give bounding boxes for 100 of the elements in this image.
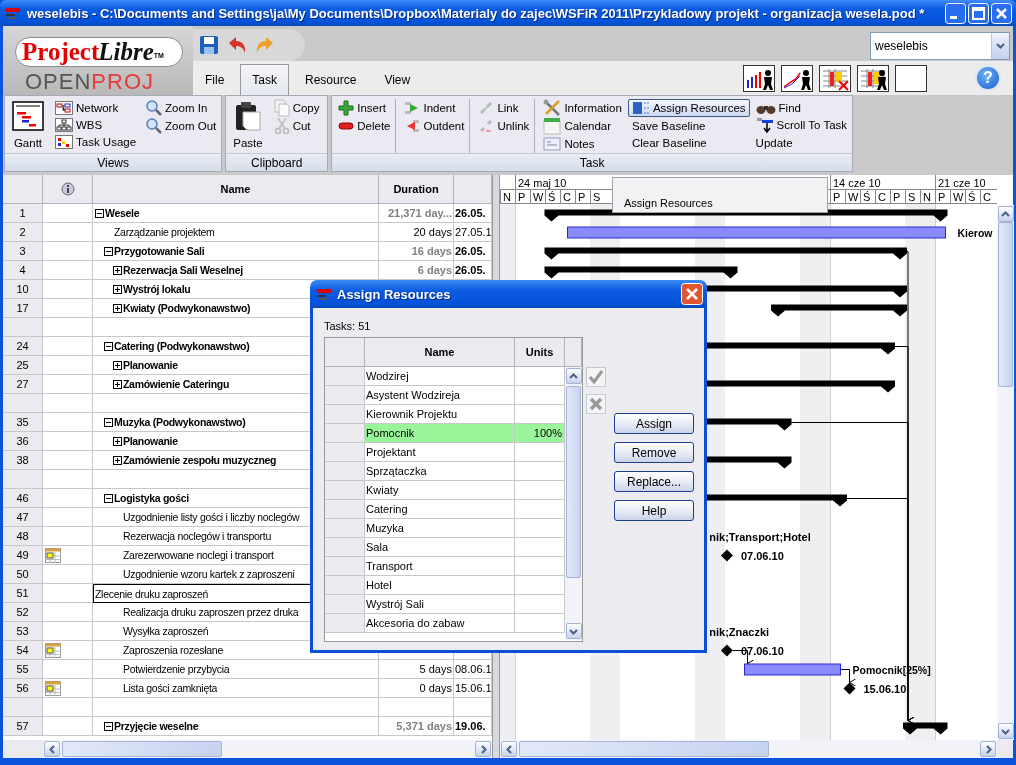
project-dropdown[interactable]: weselebis: [870, 31, 1010, 60]
minimize-button[interactable]: [945, 2, 966, 24]
scrollbar[interactable]: [997, 205, 1014, 740]
summary-bar[interactable]: [544, 247, 907, 260]
table-cell[interactable]: [515, 519, 565, 538]
scroll-right-button[interactable]: [980, 741, 996, 757]
table-cell[interactable]: [515, 386, 565, 405]
table-cell[interactable]: Akcesoria do zabaw: [365, 614, 515, 633]
table-cell[interactable]: [515, 595, 565, 614]
ribbon-button[interactable]: Scroll To Task: [751, 116, 852, 134]
scroll-thumb[interactable]: [566, 386, 581, 578]
ribbon-button[interactable]: Zoom Out: [142, 117, 221, 135]
ribbon-button[interactable]: Gantt: [7, 99, 49, 151]
summary-bar[interactable]: [544, 266, 738, 279]
maximize-button[interactable]: [968, 2, 989, 24]
summary-bar[interactable]: [771, 304, 907, 317]
blank-view-icon[interactable]: [895, 64, 927, 92]
minus-box-icon[interactable]: [104, 246, 113, 256]
ribbon-button[interactable]: Find: [751, 99, 852, 116]
menu-tab[interactable]: File: [193, 64, 237, 95]
ribbon-button[interactable]: Outdent: [400, 117, 469, 135]
close-button[interactable]: [991, 2, 1012, 24]
ribbon-button[interactable]: Cut: [269, 117, 324, 135]
ribbon-button[interactable]: Unlink: [474, 117, 534, 135]
summary-bar[interactable]: [903, 722, 948, 735]
plus-box-icon[interactable]: [113, 436, 122, 446]
undo-icon[interactable]: [227, 35, 247, 55]
milestone-diamond[interactable]: [843, 682, 856, 695]
dialog-button[interactable]: Remove: [614, 442, 694, 463]
ribbon-button[interactable]: Update: [751, 134, 852, 151]
scroll-up-button[interactable]: [997, 206, 1014, 222]
scroll-thumb[interactable]: [62, 741, 222, 757]
resource-label: nik;Transport;Hotel: [709, 530, 811, 543]
scroll-down-button[interactable]: [565, 623, 582, 639]
ribbon-button[interactable]: Link: [474, 99, 534, 117]
table-cell[interactable]: [515, 481, 565, 500]
menu-tab[interactable]: Resource: [293, 64, 369, 95]
plus-box-icon[interactable]: [113, 265, 122, 275]
scrollbar[interactable]: [565, 367, 582, 640]
ribbon-button[interactable]: Paste: [228, 99, 268, 151]
minus-box-icon[interactable]: [95, 208, 104, 218]
table-cell[interactable]: [515, 538, 565, 557]
table-cell[interactable]: [515, 614, 565, 633]
menu-tab[interactable]: View: [372, 64, 423, 95]
plus-box-icon[interactable]: [113, 284, 122, 294]
plus-box-icon[interactable]: [113, 455, 122, 465]
cross-icon[interactable]: [586, 394, 606, 414]
ribbon-button[interactable]: Network: [51, 99, 141, 117]
ribbon-button[interactable]: Task Usage: [51, 133, 141, 151]
ribbon-button[interactable]: WBS: [51, 116, 141, 134]
ribbon-button[interactable]: Delete: [334, 117, 395, 135]
dialog-button[interactable]: Replace...: [614, 471, 694, 492]
save-icon[interactable]: [199, 35, 219, 55]
scroll-thumb[interactable]: [519, 741, 769, 757]
scroll-left-button[interactable]: [44, 741, 60, 757]
scroll-left-button[interactable]: [501, 741, 517, 757]
line-chart-person-icon[interactable]: [781, 64, 813, 92]
ribbon-button[interactable]: Save Baseline: [627, 117, 750, 134]
plus-box-icon[interactable]: [113, 379, 122, 389]
table-cell[interactable]: [515, 500, 565, 519]
histogram-person-icon[interactable]: [743, 64, 775, 92]
plus-box-icon[interactable]: [113, 303, 122, 313]
scrollbar[interactable]: [43, 740, 492, 758]
dialog-button[interactable]: Assign: [614, 413, 694, 434]
minus-box-icon[interactable]: [104, 721, 113, 731]
ribbon-button[interactable]: Copy: [269, 99, 324, 117]
scroll-up-button[interactable]: [565, 368, 582, 384]
scroll-right-button[interactable]: [475, 741, 491, 757]
table-cell[interactable]: [515, 367, 565, 386]
ribbon-button[interactable]: Indent: [400, 99, 469, 117]
table-cell[interactable]: [515, 405, 565, 424]
table-person-icon[interactable]: [857, 64, 889, 92]
dialog-button[interactable]: Help: [614, 500, 694, 521]
ribbon-button[interactable]: Notes: [539, 135, 626, 153]
ribbon-button[interactable]: Assign Resources: [627, 99, 750, 117]
ribbon-button[interactable]: Zoom In: [142, 99, 221, 117]
ribbon-button[interactable]: Insert: [334, 99, 395, 117]
table-cell[interactable]: 100%: [515, 424, 565, 443]
table-cell[interactable]: [515, 576, 565, 595]
day-letter: W: [848, 191, 859, 203]
table-cell[interactable]: [515, 557, 565, 576]
table-cell[interactable]: [515, 443, 565, 462]
scrollbar[interactable]: [500, 740, 997, 758]
ribbon-button[interactable]: Clear Baseline: [627, 134, 750, 151]
minus-box-icon[interactable]: [104, 493, 113, 503]
table-cell[interactable]: [515, 462, 565, 481]
milestone-diamond[interactable]: [720, 644, 733, 657]
table-cell[interactable]: Pomocnik: [365, 424, 515, 443]
ribbon-button[interactable]: Calendar: [539, 117, 626, 135]
scroll-down-button[interactable]: [997, 723, 1014, 739]
plus-box-icon[interactable]: [113, 360, 122, 370]
minus-box-icon[interactable]: [104, 417, 113, 427]
table-cross-icon[interactable]: [819, 64, 851, 92]
minus-box-icon[interactable]: [104, 341, 113, 351]
scroll-thumb[interactable]: [998, 222, 1013, 387]
ribbon-button[interactable]: Information: [539, 99, 626, 117]
menu-tab[interactable]: Task: [240, 64, 290, 95]
check-icon[interactable]: [586, 367, 606, 387]
close-button[interactable]: [681, 283, 703, 305]
milestone-diamond[interactable]: [720, 549, 733, 562]
